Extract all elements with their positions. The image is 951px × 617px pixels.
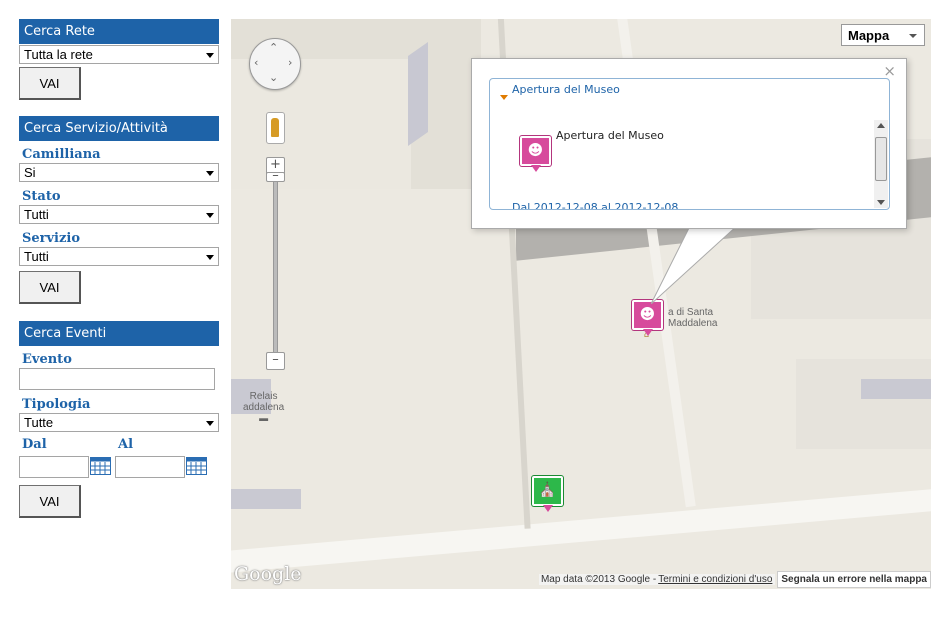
camilliana-select-value: Si	[24, 165, 36, 180]
event-title: Apertura del Museo	[556, 129, 664, 142]
tipologia-label: Tipologia	[22, 397, 91, 412]
church-icon: ⛪	[538, 482, 557, 498]
pan-control-icon[interactable]: ⌃ ⌄ ‹ ›	[249, 38, 301, 90]
zoom-slider-track[interactable]	[273, 176, 278, 359]
servizio-label: Servizio	[22, 231, 80, 246]
close-icon[interactable]: ×	[883, 64, 896, 79]
chevron-down-icon	[206, 53, 214, 58]
camilliana-select[interactable]: Si	[19, 163, 219, 182]
dal-label: Dal	[22, 437, 47, 452]
report-error-button[interactable]: Segnala un errore nella mappa	[777, 571, 931, 588]
zoom-out-button[interactable]: –	[266, 352, 285, 370]
event-header[interactable]: Apertura del Museo	[512, 83, 620, 96]
stato-label: Stato	[22, 189, 61, 204]
church-marker[interactable]: ⛪	[532, 476, 563, 512]
date-inputs-row	[19, 456, 219, 480]
servizio-select[interactable]: Tutti	[19, 247, 219, 266]
map-type-select[interactable]: Mappa	[841, 24, 925, 46]
section-title-cerca-rete: Cerca Rete	[19, 19, 219, 44]
section-title-cerca-servizio: Cerca Servizio/Attività	[19, 116, 219, 141]
stato-select[interactable]: Tutti	[19, 205, 219, 224]
vai-servizio-button[interactable]: VAI	[19, 271, 81, 304]
event-marker[interactable]: ☻	[632, 300, 663, 336]
map-data-credit: Map data ©2013 Google -	[538, 574, 659, 585]
map-road	[231, 485, 931, 575]
theater-masks-icon: ☻	[639, 305, 656, 323]
section-title-cerca-eventi: Cerca Eventi	[19, 321, 219, 346]
hotel-icon: ▬	[259, 413, 269, 423]
terms-link[interactable]: Termini e condizioni d'uso	[658, 574, 776, 585]
map-canvas[interactable]: ⌃ ⌄ ‹ › + – – Mappa a di Santa Maddalena …	[231, 19, 931, 589]
hotel-label: Relais addalena ▬	[243, 391, 284, 424]
vai-rete-button[interactable]: VAI	[19, 67, 81, 100]
church-label-line: Maddalena	[668, 318, 718, 329]
stato-select-value: Tutti	[24, 207, 49, 222]
map-building-shadow	[408, 41, 428, 147]
chevron-down-icon	[206, 213, 214, 218]
info-window-content: Apertura del Museo ☻ Apertura del Museo …	[489, 78, 890, 210]
al-label: Al	[118, 437, 134, 452]
map-building-shadow	[861, 379, 931, 399]
map-type-value: Mappa	[848, 28, 890, 43]
map-block	[796, 359, 931, 449]
date-labels-row: Dal Al	[19, 436, 219, 456]
scroll-up-icon[interactable]	[877, 123, 885, 128]
tipologia-select[interactable]: Tutte	[19, 413, 219, 432]
event-header-text: Apertura del Museo	[512, 83, 620, 96]
theater-masks-icon: ☻	[520, 136, 551, 172]
expand-triangle-icon	[500, 95, 508, 100]
hotel-label-line: addalena	[243, 402, 285, 413]
servizio-select-value: Tutti	[24, 249, 49, 264]
popup-scrollbar[interactable]	[874, 120, 888, 208]
zoom-slider-handle[interactable]: –	[266, 169, 285, 182]
camilliana-label: Camilliana	[22, 147, 101, 162]
evento-input[interactable]	[19, 368, 215, 390]
vai-eventi-button[interactable]: VAI	[19, 485, 81, 518]
event-dates: Dal 2012-12-08 al 2012-12-08	[512, 201, 679, 210]
church-label: a di Santa Maddalena	[668, 307, 717, 329]
hotel-label-line: Relais	[249, 391, 278, 402]
scroll-thumb[interactable]	[875, 137, 887, 181]
chevron-down-icon	[909, 34, 917, 38]
dal-date-input[interactable]	[19, 456, 89, 478]
rete-select-value: Tutta la rete	[24, 47, 93, 62]
rete-select[interactable]: Tutta la rete	[19, 45, 219, 64]
map-building-shadow	[231, 489, 301, 509]
search-sidebar: Cerca Rete Tutta la rete VAI Cerca Servi…	[19, 19, 219, 518]
scroll-down-icon[interactable]	[877, 200, 885, 205]
church-label-line: a di Santa	[668, 307, 714, 318]
calendar-icon[interactable]	[90, 457, 111, 479]
evento-label: Evento	[22, 352, 72, 367]
al-date-input[interactable]	[115, 456, 185, 478]
popup-tail	[651, 224, 740, 304]
chevron-down-icon	[206, 255, 214, 260]
map-footer: Map data ©2013 Google - Termini e condizi…	[538, 571, 931, 589]
chevron-down-icon	[206, 421, 214, 426]
calendar-icon[interactable]	[186, 457, 207, 479]
chevron-down-icon	[206, 171, 214, 176]
google-logo[interactable]: Google	[234, 563, 302, 585]
pegman-icon[interactable]	[266, 112, 285, 144]
tipologia-select-value: Tutte	[24, 415, 54, 430]
info-window: × Apertura del Museo ☻ Apertura del Muse…	[471, 58, 907, 229]
